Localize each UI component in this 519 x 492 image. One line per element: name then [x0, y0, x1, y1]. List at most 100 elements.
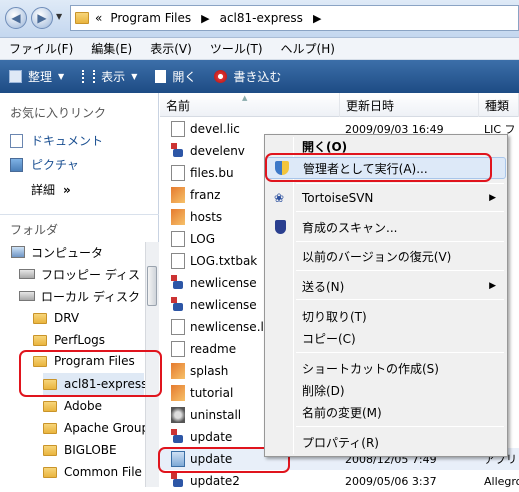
allegro-app-icon: [171, 143, 185, 159]
tree-item-perflogs[interactable]: PerfLogs: [33, 329, 105, 351]
organize-label: 整理: [28, 70, 53, 84]
menu-item-label: 切り取り(T): [302, 309, 367, 324]
favorite-pictures[interactable]: ピクチャ: [10, 156, 79, 173]
pictures-icon: [10, 157, 23, 172]
folder-icon: [75, 12, 89, 24]
arrow-left-icon: ◀: [11, 11, 21, 25]
breadcrumb-program-files[interactable]: Program Files: [110, 11, 191, 25]
favorite-documents[interactable]: ドキュメント: [10, 132, 103, 149]
menu-item-label: 以前のバージョンの復元(V): [302, 249, 452, 264]
image-file-icon: [171, 363, 185, 379]
tree-label: ローカル ディスク: [41, 289, 140, 304]
tree-label: コンピュータ: [31, 245, 104, 260]
floppy-drive-icon: [19, 269, 35, 279]
file-icon: [171, 319, 185, 335]
menu-separator: [296, 352, 504, 353]
file-name: update2: [190, 474, 240, 488]
menu-file[interactable]: ファイル(F): [0, 40, 82, 57]
menu-view[interactable]: 表示(V): [141, 40, 201, 57]
column-name[interactable]: 名前: [160, 93, 340, 117]
menu-separator: [296, 270, 504, 271]
favorite-links-title: お気に入りリンク: [10, 106, 107, 120]
menu-separator: [296, 241, 504, 242]
folder-icon: [43, 466, 57, 478]
tree-item-biglobe[interactable]: BIGLOBE: [43, 439, 117, 461]
gear-icon: [171, 407, 185, 423]
favorites-more-link[interactable]: 詳細 »: [31, 181, 71, 198]
menu-item-label: プロパティ(R): [302, 435, 379, 450]
menu-separator: [296, 183, 504, 184]
menu-item-properties[interactable]: プロパティ(R): [266, 431, 506, 453]
image-file-icon: [171, 209, 185, 225]
menu-item-label: コピー(C): [302, 331, 356, 346]
address-box[interactable]: « Program Files ▶ acl81-express ▶: [70, 5, 519, 31]
file-icon: [171, 341, 185, 357]
folders-title: フォルダ: [10, 223, 59, 237]
open-button[interactable]: 開く: [146, 60, 205, 93]
menu-item-scan[interactable]: 育成のスキャン...: [266, 216, 506, 238]
documents-icon: [10, 133, 23, 148]
address-overflow[interactable]: «: [95, 11, 102, 25]
tree-item-floppy[interactable]: フロッピー ディス: [19, 263, 140, 285]
tree-label: DRV: [54, 311, 80, 325]
address-bar-area: ◀ ▶ ▼ « Program Files ▶ acl81-express ▶: [0, 0, 519, 38]
file-row[interactable]: update2 2009/05/06 3:37 Allegro: [160, 470, 519, 492]
column-type[interactable]: 種類: [479, 93, 519, 117]
forward-button[interactable]: ▶: [31, 7, 53, 29]
menu-bar: ファイル(F) 編集(E) 表示(V) ツール(T) ヘルプ(H): [0, 38, 519, 60]
tree-item-computer[interactable]: コンピュータ: [11, 241, 103, 263]
tree-item-drv[interactable]: DRV: [33, 307, 79, 329]
column-name-label: 名前: [166, 98, 191, 113]
double-chevron-icon: »: [63, 182, 71, 197]
tree-label: PerfLogs: [54, 333, 106, 347]
tree-scrollbar-thumb[interactable]: [147, 266, 157, 306]
menu-separator: [296, 426, 504, 427]
antivirus-shield-icon: [275, 220, 286, 234]
views-icon: [82, 70, 96, 83]
recent-pages-chevron-icon[interactable]: ▼: [56, 12, 62, 21]
tree-item-adobe[interactable]: Adobe: [43, 395, 102, 417]
chevron-down-icon: ▼: [58, 72, 65, 81]
tree-label: BIGLOBE: [64, 443, 117, 457]
menu-help[interactable]: ヘルプ(H): [272, 40, 344, 57]
organize-button[interactable]: 整理 ▼: [0, 60, 73, 93]
allegro-app-icon: [171, 275, 185, 291]
menu-tools[interactable]: ツール(T): [201, 40, 272, 57]
views-button[interactable]: 表示 ▼: [73, 60, 146, 93]
back-button[interactable]: ◀: [5, 7, 27, 29]
menu-item-cut[interactable]: 切り取り(T): [266, 305, 506, 327]
arrow-right-icon: ▶: [37, 11, 47, 25]
favorite-pictures-label: ピクチャ: [31, 158, 79, 172]
file-icon: [171, 121, 185, 137]
image-file-icon: [171, 385, 185, 401]
burn-button[interactable]: 書き込む: [205, 60, 290, 93]
favorites-more-label: 詳細: [31, 183, 56, 197]
allegro-app-icon: [171, 297, 185, 313]
breadcrumb-acl81-express[interactable]: acl81-express: [220, 11, 303, 25]
highlight-program-files-annotation: [19, 350, 162, 397]
menu-item-tortoisesvn[interactable]: ❀ TortoiseSVN ▶: [266, 187, 506, 209]
column-date[interactable]: 更新日時: [340, 93, 479, 117]
tree-item-common-files[interactable]: Common File: [43, 461, 142, 483]
menu-edit[interactable]: 編集(E): [82, 40, 141, 57]
menu-item-label: 削除(D): [302, 383, 345, 398]
folder-icon: [43, 444, 57, 456]
menu-item-restore-previous[interactable]: 以前のバージョンの復元(V): [266, 245, 506, 267]
tortoise-icon: ❀: [274, 191, 285, 205]
burn-label: 書き込む: [233, 70, 282, 84]
menu-item-send-to[interactable]: 送る(N) ▶: [266, 275, 506, 297]
menu-item-copy[interactable]: コピー(C): [266, 327, 506, 349]
menu-separator: [296, 211, 504, 212]
menu-item-rename[interactable]: 名前の変更(M): [266, 401, 506, 423]
tree-label: Adobe: [64, 399, 102, 413]
breadcrumb-separator-icon[interactable]: ▶: [201, 12, 209, 25]
open-label: 開く: [172, 70, 197, 84]
hard-drive-icon: [19, 291, 35, 301]
tree-item-local-disk[interactable]: ローカル ディスク: [19, 285, 140, 307]
tree-label: Apache Group: [64, 421, 150, 435]
tree-item-apache-group[interactable]: Apache Group: [43, 417, 149, 439]
breadcrumb-separator-icon[interactable]: ▶: [313, 12, 321, 25]
menu-item-create-shortcut[interactable]: ショートカットの作成(S): [266, 357, 506, 379]
menu-item-delete[interactable]: 削除(D): [266, 379, 506, 401]
column-header: 名前 ▲ 更新日時 種類: [160, 93, 519, 117]
